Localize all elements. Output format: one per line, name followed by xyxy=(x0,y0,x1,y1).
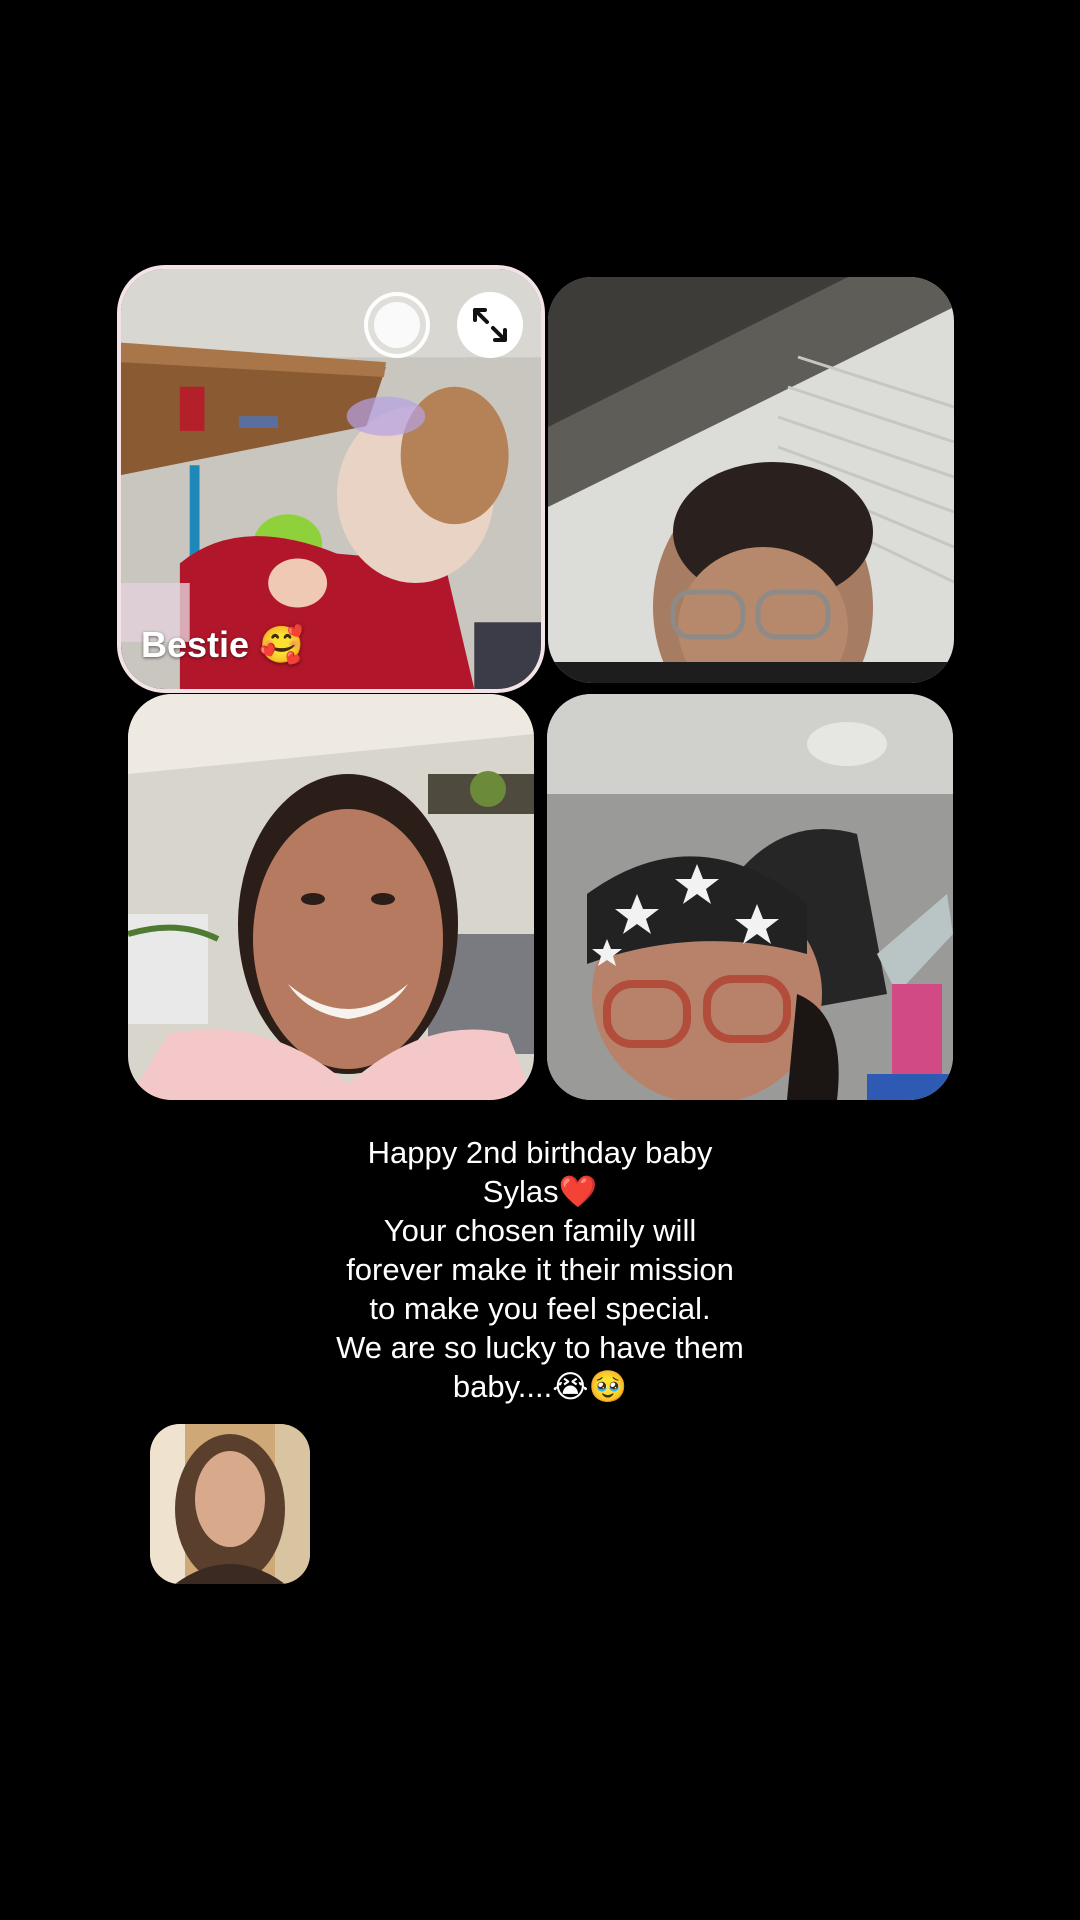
record-circle-icon xyxy=(374,302,420,348)
participant-name-label: Bestie 🥰 xyxy=(141,624,304,665)
expand-button[interactable] xyxy=(457,292,523,358)
video-frame-participant-4 xyxy=(547,694,953,1100)
self-view-tile[interactable] xyxy=(150,1424,310,1584)
caption-line: forever make it their mission xyxy=(346,1252,734,1287)
caption-line: baby....😭🥹 xyxy=(452,1369,628,1404)
caption-line: to make you feel special. xyxy=(369,1291,711,1326)
caption-line: Sylas❤️ xyxy=(482,1174,598,1209)
participant-tile-4[interactable] xyxy=(547,694,953,1100)
caption-line: Your chosen family will xyxy=(383,1213,697,1248)
video-frame-self-view xyxy=(150,1424,310,1584)
expand-arrows-icon xyxy=(473,308,507,342)
caption-text: Happy 2nd birthday baby Sylas❤️ Your cho… xyxy=(240,1133,840,1406)
video-frame-participant-2 xyxy=(548,277,954,683)
video-frame-participant-3 xyxy=(128,694,534,1100)
participant-tile-bestie[interactable]: Bestie 🥰 xyxy=(117,265,545,693)
caption-line: We are so lucky to have them xyxy=(336,1330,744,1365)
participant-tile-2[interactable] xyxy=(548,277,954,683)
participant-tile-3[interactable] xyxy=(128,694,534,1100)
record-button[interactable] xyxy=(364,292,430,358)
caption-line: Happy 2nd birthday baby xyxy=(367,1135,713,1170)
